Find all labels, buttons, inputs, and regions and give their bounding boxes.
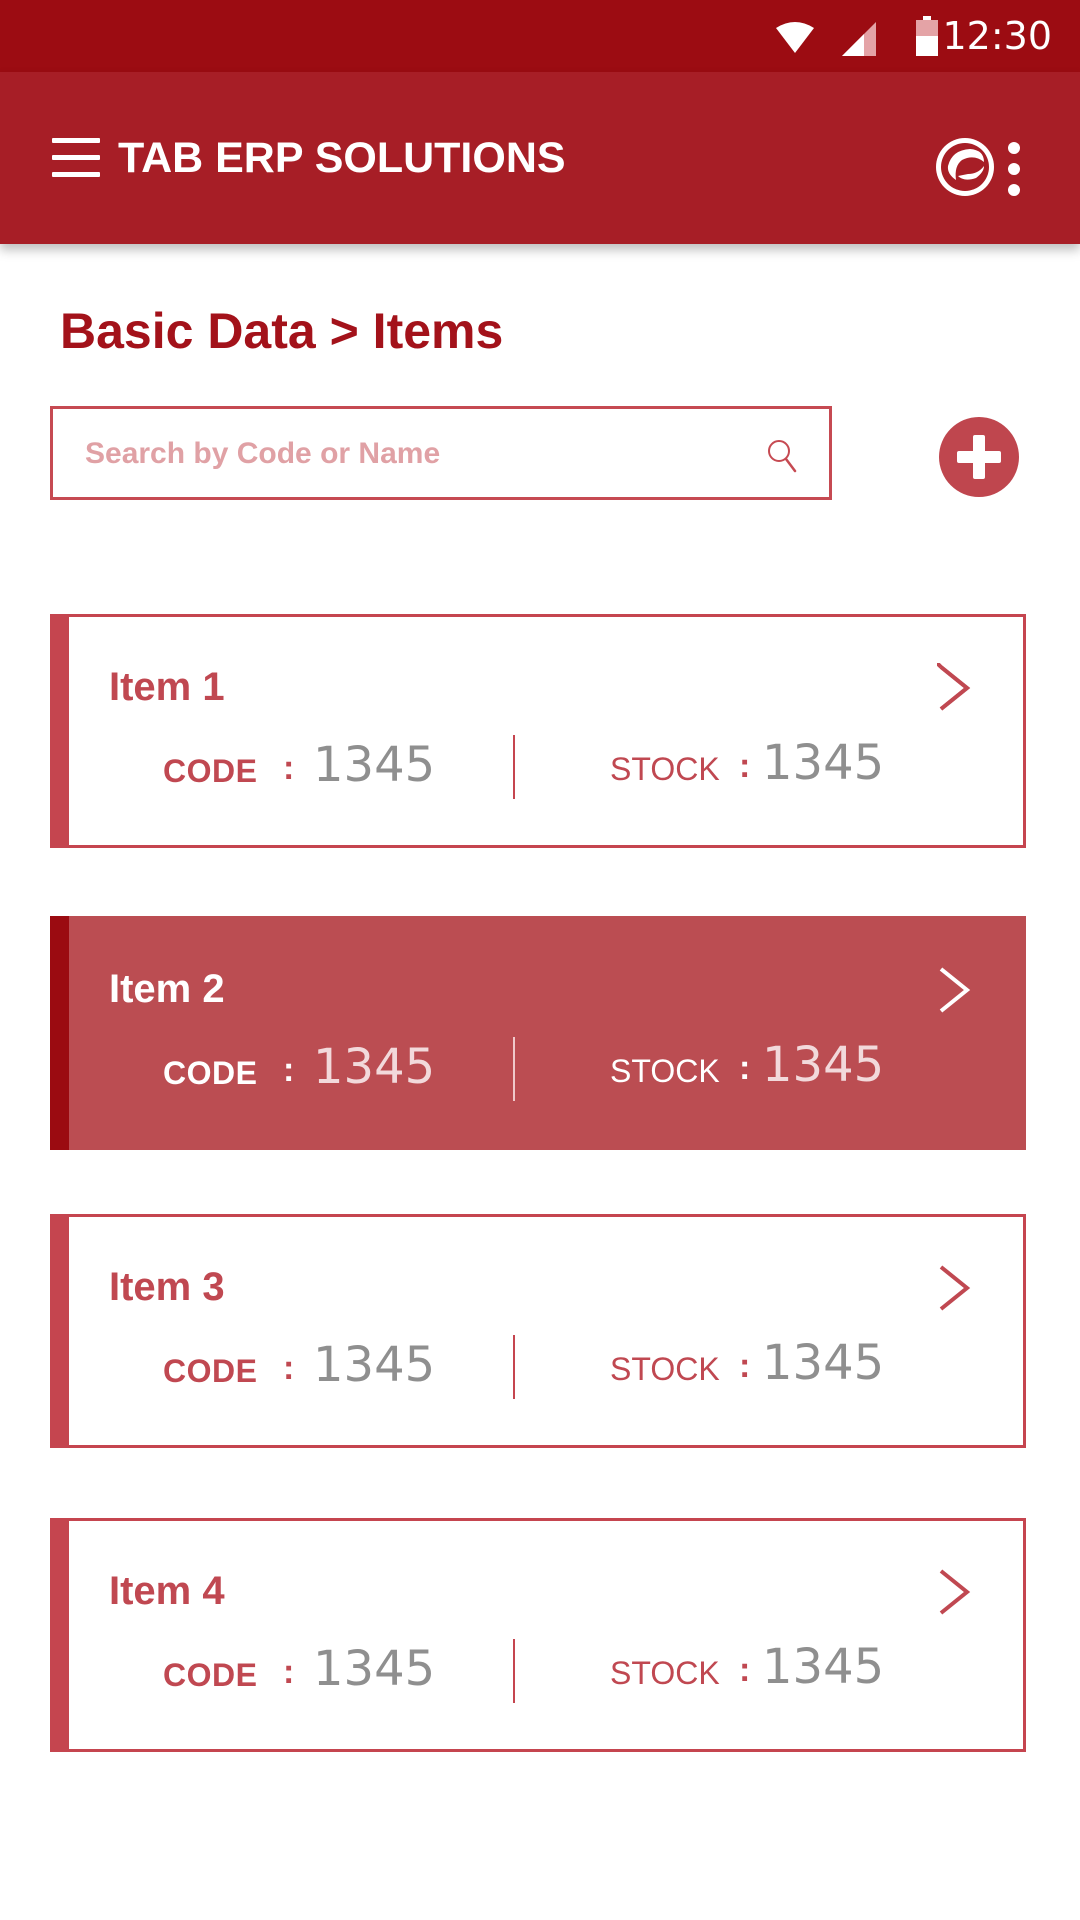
stock-separator: : bbox=[739, 747, 751, 785]
breadcrumb: Basic Data > Items bbox=[60, 303, 504, 359]
cell-signal-icon bbox=[842, 22, 876, 56]
chevron-right-icon[interactable] bbox=[937, 1567, 973, 1617]
item-name: Item 1 bbox=[109, 665, 225, 709]
app-bar: TAB ERP SOLUTIONS bbox=[0, 72, 1080, 244]
stock-separator: : bbox=[739, 1347, 751, 1385]
code-label: CODE bbox=[163, 1353, 258, 1389]
more-vert-icon[interactable] bbox=[1004, 142, 1024, 196]
item-name: Item 2 bbox=[109, 967, 225, 1011]
app-logo-icon[interactable] bbox=[934, 136, 996, 198]
search-box bbox=[50, 406, 832, 500]
code-label: CODE bbox=[163, 753, 258, 789]
chevron-right-icon[interactable] bbox=[937, 663, 973, 713]
wifi-icon bbox=[776, 22, 814, 53]
stock-label: STOCK bbox=[610, 751, 720, 787]
item-card-4[interactable]: Item 4 CODE : 1345 STOCK : 1345 bbox=[50, 1518, 1026, 1752]
code-value: 1345 bbox=[313, 1641, 436, 1697]
stock-label: STOCK bbox=[610, 1655, 720, 1691]
card-accent-bar bbox=[50, 1518, 69, 1752]
stock-separator: : bbox=[739, 1651, 751, 1689]
chevron-right-icon[interactable] bbox=[937, 965, 973, 1015]
card-accent-bar bbox=[50, 614, 69, 848]
item-name: Item 4 bbox=[109, 1569, 225, 1613]
card-accent-bar bbox=[50, 916, 69, 1150]
code-value: 1345 bbox=[313, 1039, 436, 1095]
code-separator: : bbox=[283, 1653, 295, 1691]
battery-icon bbox=[916, 16, 938, 56]
card-divider bbox=[513, 1335, 515, 1399]
app-title: TAB ERP SOLUTIONS bbox=[118, 134, 566, 182]
item-name: Item 3 bbox=[109, 1265, 225, 1309]
card-divider bbox=[513, 1037, 515, 1101]
code-separator: : bbox=[283, 1051, 295, 1089]
card-accent-bar bbox=[50, 1214, 69, 1448]
code-label: CODE bbox=[163, 1657, 258, 1693]
item-card-1[interactable]: Item 1 CODE : 1345 STOCK : 1345 bbox=[50, 614, 1026, 848]
code-separator: : bbox=[283, 749, 295, 787]
item-card-3[interactable]: Item 3 CODE : 1345 STOCK : 1345 bbox=[50, 1214, 1026, 1448]
card-divider bbox=[513, 1639, 515, 1703]
add-item-button[interactable] bbox=[939, 417, 1019, 497]
stock-value: 1345 bbox=[762, 1037, 885, 1093]
item-card-2[interactable]: Item 2 CODE : 1345 STOCK : 1345 bbox=[50, 916, 1026, 1150]
stock-separator: : bbox=[739, 1049, 751, 1087]
search-input[interactable] bbox=[83, 431, 727, 477]
code-separator: : bbox=[283, 1349, 295, 1387]
code-value: 1345 bbox=[313, 1337, 436, 1393]
hamburger-menu-icon[interactable] bbox=[52, 138, 102, 180]
stock-label: STOCK bbox=[610, 1351, 720, 1387]
stock-value: 1345 bbox=[762, 735, 885, 791]
card-divider bbox=[513, 735, 515, 799]
code-label: CODE bbox=[163, 1055, 258, 1091]
stock-label: STOCK bbox=[610, 1053, 720, 1089]
status-time: 12:30 bbox=[942, 14, 1052, 58]
search-icon[interactable] bbox=[765, 437, 801, 477]
stock-value: 1345 bbox=[762, 1639, 885, 1695]
chevron-right-icon[interactable] bbox=[937, 1263, 973, 1313]
stock-value: 1345 bbox=[762, 1335, 885, 1391]
status-bar: 12:30 bbox=[0, 0, 1080, 72]
code-value: 1345 bbox=[313, 737, 436, 793]
